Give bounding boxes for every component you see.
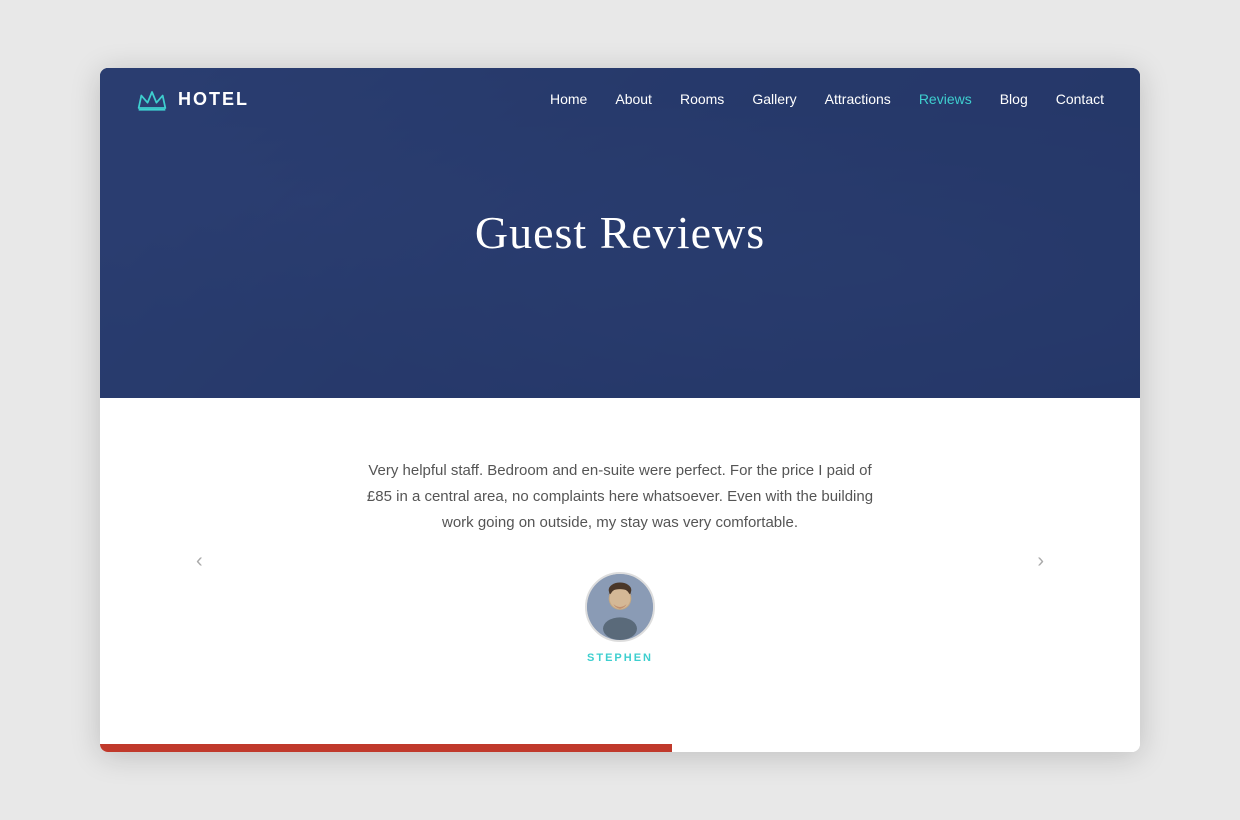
review-content: Very helpful staff. Bedroom and en-suite…	[219, 458, 1022, 665]
nav-item-rooms[interactable]: Rooms	[680, 91, 724, 109]
nav-item-gallery[interactable]: Gallery	[752, 91, 796, 109]
logo[interactable]: HOTEL	[136, 86, 249, 114]
red-bottom-bar	[100, 744, 672, 752]
nav-item-about[interactable]: About	[615, 91, 652, 109]
hero-title: Guest Reviews	[475, 206, 765, 259]
hero-section: HOTEL Home About Rooms Gallery Attractio…	[100, 68, 1140, 398]
nav-item-attractions[interactable]: Attractions	[825, 91, 891, 109]
crown-icon	[136, 86, 168, 114]
carousel-next-button[interactable]: ›	[1021, 540, 1060, 583]
nav-item-contact[interactable]: Contact	[1056, 91, 1104, 109]
review-carousel: ‹ Very helpful staff. Bedroom and en-sui…	[180, 458, 1060, 665]
reviewer-avatar	[585, 572, 655, 642]
navbar: HOTEL Home About Rooms Gallery Attractio…	[100, 68, 1140, 132]
nav-item-home[interactable]: Home	[550, 91, 587, 109]
nav-item-reviews[interactable]: Reviews	[919, 91, 972, 109]
reviews-section: ‹ Very helpful staff. Bedroom and en-sui…	[100, 398, 1140, 745]
carousel-prev-button[interactable]: ‹	[180, 540, 219, 583]
review-text: Very helpful staff. Bedroom and en-suite…	[360, 458, 880, 537]
bottom-section	[100, 744, 1140, 752]
nav-item-blog[interactable]: Blog	[1000, 91, 1028, 109]
nav-links: Home About Rooms Gallery Attractions Rev…	[550, 91, 1104, 109]
browser-window: HOTEL Home About Rooms Gallery Attractio…	[100, 68, 1140, 753]
logo-text: HOTEL	[178, 89, 249, 110]
avatar-image	[587, 572, 653, 642]
reviewer-name: STEPHEN	[587, 652, 653, 664]
